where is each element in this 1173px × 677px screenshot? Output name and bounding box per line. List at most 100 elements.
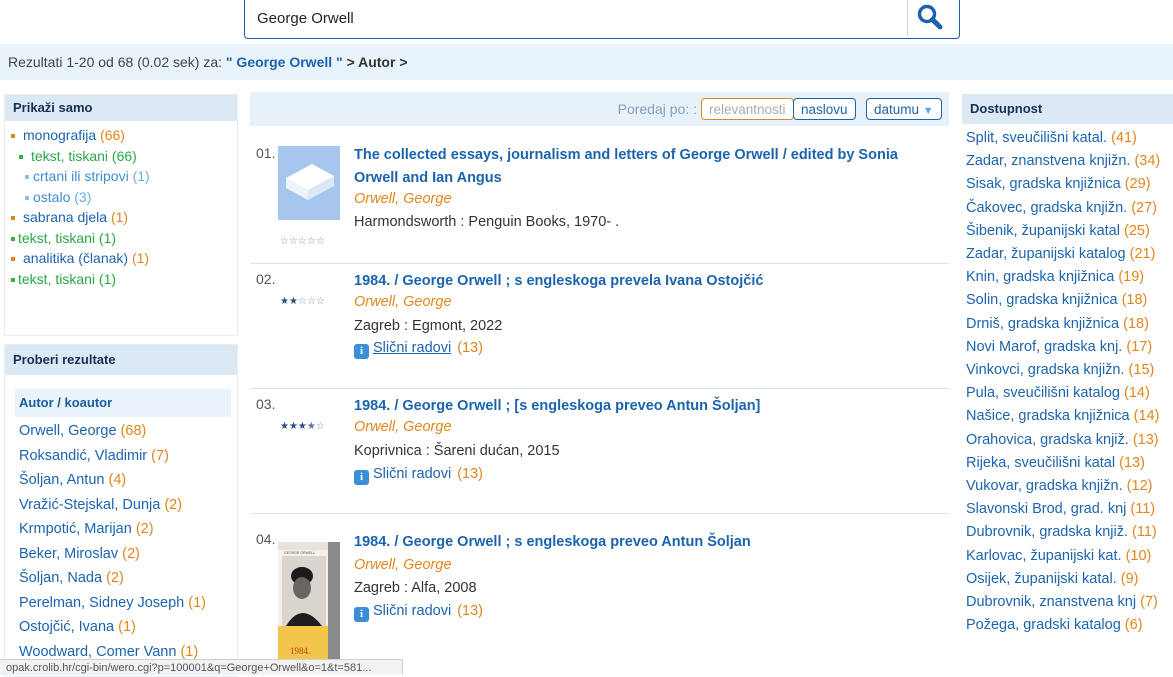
record-title-link[interactable]: 1984. / George Orwell ; s engleskoga pre… <box>354 531 934 554</box>
filter-item[interactable]: ostalo (3) <box>5 187 237 208</box>
availability-item[interactable]: Pula, sveučilišni katalog (14) <box>966 382 1160 405</box>
library-name[interactable]: Zadar, županijski katalog <box>966 246 1126 262</box>
filter-label[interactable]: analitika (članak) <box>23 250 128 266</box>
record-title-link[interactable]: 1984. / George Orwell ; s engleskoga pre… <box>354 270 934 293</box>
author-name[interactable]: Šoljan, Nada <box>19 570 102 586</box>
availability-item[interactable]: Drniš, gradska knjižnica (18) <box>966 313 1160 336</box>
book-cover-image[interactable]: 1984. GEORGE ORWELL <box>278 542 340 675</box>
availability-item[interactable]: Požega, gradski katalog (6) <box>966 614 1160 637</box>
availability-item[interactable]: Sisak, gradska knjižnica (29) <box>966 173 1160 196</box>
filter-item[interactable]: crtani ili stripovi (1) <box>5 166 237 187</box>
library-name[interactable]: Karlovac, županijski kat. <box>966 548 1122 564</box>
record-author[interactable]: Orwell, George <box>354 294 452 310</box>
author-name[interactable]: Roksandić, Vladimir <box>19 448 147 464</box>
book-placeholder-icon[interactable] <box>278 146 340 220</box>
availability-item[interactable]: Zadar, županijski katalog (21) <box>966 243 1160 266</box>
author-facet-item[interactable]: Šoljan, Antun (4) <box>19 468 237 493</box>
availability-item[interactable]: Čakovec, gradska knjižn. (27) <box>966 197 1160 220</box>
availability-item[interactable]: Dubrovnik, gradska knjiž. (11) <box>966 521 1160 544</box>
author-name[interactable]: Orwell, George <box>19 423 117 439</box>
library-name[interactable]: Sisak, gradska knjižnica <box>966 176 1121 192</box>
library-name[interactable]: Vinkovci, gradska knjižn. <box>966 362 1125 378</box>
author-facet-item[interactable]: Šoljan, Nada (2) <box>19 566 237 591</box>
author-name[interactable]: Vražić-Stejskal, Dunja <box>19 497 160 513</box>
bullet-icon <box>11 134 15 139</box>
filter-label[interactable]: ostalo <box>33 189 70 205</box>
library-name[interactable]: Dubrovnik, znanstvena knj <box>966 594 1136 610</box>
record-author[interactable]: Orwell, George <box>354 419 452 435</box>
filter-label[interactable]: tekst, tiskani <box>18 230 95 246</box>
filter-label[interactable]: crtani ili stripovi <box>33 168 129 184</box>
library-name[interactable]: Dubrovnik, gradska knjiž. <box>966 524 1128 540</box>
filter-item[interactable]: monografija (66) <box>5 125 237 146</box>
availability-item[interactable]: Split, sveučilišni katal. (41) <box>966 127 1160 150</box>
search-input[interactable] <box>255 6 899 30</box>
availability-item[interactable]: Slavonski Brod, grad. knj (11) <box>966 498 1160 521</box>
author-facet-item[interactable]: Orwell, George (68) <box>19 419 237 444</box>
library-count: (9) <box>1120 570 1139 587</box>
author-facet-item[interactable]: Vražić-Stejskal, Dunja (2) <box>19 493 237 518</box>
sort-title-button[interactable]: naslovu <box>793 98 856 120</box>
availability-item[interactable]: Novi Marof, gradska knj. (17) <box>966 336 1160 359</box>
library-name[interactable]: Slavonski Brod, grad. knj <box>966 501 1126 517</box>
library-name[interactable]: Čakovec, gradska knjižn. <box>966 200 1127 216</box>
filter-label[interactable]: monografija <box>23 127 96 143</box>
library-name[interactable]: Orahovica, gradska knjiž. <box>966 432 1129 448</box>
filter-item[interactable]: analitika (članak) (1) <box>5 248 237 269</box>
search-button[interactable] <box>907 0 951 36</box>
library-name[interactable]: Split, sveučilišni katal. <box>966 130 1107 146</box>
author-name[interactable]: Šoljan, Antun <box>19 472 104 488</box>
availability-item[interactable]: Osijek, županijski katal. (9) <box>966 568 1160 591</box>
library-name[interactable]: Zadar, znanstvena knjižn. <box>966 153 1130 169</box>
availability-item[interactable]: Dubrovnik, znanstvena knj (7) <box>966 591 1160 614</box>
availability-item[interactable]: Karlovac, županijski kat. (10) <box>966 545 1160 568</box>
filter-label[interactable]: tekst, tiskani <box>18 271 95 287</box>
library-name[interactable]: Vukovar, gradska knjižn. <box>966 478 1123 494</box>
availability-item[interactable]: Rijeka, sveučilišni katal (13) <box>966 452 1160 475</box>
library-name[interactable]: Požega, gradski katalog <box>966 617 1121 633</box>
similar-works-link[interactable]: Slični radovi <box>373 340 451 356</box>
library-name[interactable]: Novi Marof, gradska knj. <box>966 339 1122 355</box>
availability-item[interactable]: Orahovica, gradska knjiž. (13) <box>966 429 1160 452</box>
similar-works-link[interactable]: Slični radovi <box>373 466 451 482</box>
availability-item[interactable]: Našice, gradska knjižnica (14) <box>966 405 1160 428</box>
record-author[interactable]: Orwell, George <box>354 557 452 573</box>
filter-label[interactable]: tekst, tiskani <box>31 148 108 164</box>
library-name[interactable]: Osijek, županijski katal. <box>966 571 1117 587</box>
filter-item[interactable]: tekst, tiskani (66) <box>5 146 237 167</box>
filter-label[interactable]: sabrana djela <box>23 209 107 225</box>
library-name[interactable]: Našice, gradska knjižnica <box>966 408 1130 424</box>
library-name[interactable]: Knin, gradska knjižnica <box>966 269 1114 285</box>
availability-item[interactable]: Knin, gradska knjižnica (19) <box>966 266 1160 289</box>
availability-item[interactable]: Zadar, znanstvena knjižn. (34) <box>966 150 1160 173</box>
author-name[interactable]: Perelman, Sidney Joseph <box>19 595 184 611</box>
results-query-link[interactable]: " George Orwell " <box>226 54 343 70</box>
filter-item[interactable]: tekst, tiskani (1) <box>5 228 237 249</box>
record-author[interactable]: Orwell, George <box>354 191 452 207</box>
availability-item[interactable]: Vinkovci, gradska knjižn. (15) <box>966 359 1160 382</box>
filter-item[interactable]: sabrana djela (1) <box>5 207 237 228</box>
filter-item[interactable]: tekst, tiskani (1) <box>5 269 237 290</box>
library-name[interactable]: Drniš, gradska knjižnica <box>966 316 1119 332</box>
library-name[interactable]: Rijeka, sveučilišni katal <box>966 455 1115 471</box>
author-facet-item[interactable]: Perelman, Sidney Joseph (1) <box>19 591 237 616</box>
availability-item[interactable]: Šibenik, županijski katal (25) <box>966 220 1160 243</box>
sort-date-button[interactable]: datumu ▼ <box>866 98 942 120</box>
sort-relevance-button[interactable]: relevantnosti <box>701 98 794 120</box>
author-facet-item[interactable]: Ostojčić, Ivana (1) <box>19 615 237 640</box>
library-name[interactable]: Šibenik, županijski katal <box>966 223 1120 239</box>
author-facet-item[interactable]: Roksandić, Vladimir (7) <box>19 444 237 469</box>
library-name[interactable]: Solin, gradska knjižnica <box>966 292 1118 308</box>
availability-item[interactable]: Vukovar, gradska knjižn. (12) <box>966 475 1160 498</box>
similar-works-link[interactable]: Slični radovi <box>373 603 451 619</box>
availability-item[interactable]: Solin, gradska knjižnica (18) <box>966 289 1160 312</box>
record-title-link[interactable]: 1984. / George Orwell ; [s engleskoga pr… <box>354 395 934 418</box>
author-name[interactable]: Woodward, Comer Vann <box>19 644 176 660</box>
author-name[interactable]: Krmpotić, Marijan <box>19 521 132 537</box>
library-name[interactable]: Pula, sveučilišni katalog <box>966 385 1120 401</box>
author-name[interactable]: Ostojčić, Ivana <box>19 619 114 635</box>
author-facet-item[interactable]: Beker, Miroslav (2) <box>19 542 237 567</box>
record-title-link[interactable]: The collected essays, journalism and let… <box>354 144 934 190</box>
author-name[interactable]: Beker, Miroslav <box>19 546 118 562</box>
author-facet-item[interactable]: Krmpotić, Marijan (2) <box>19 517 237 542</box>
